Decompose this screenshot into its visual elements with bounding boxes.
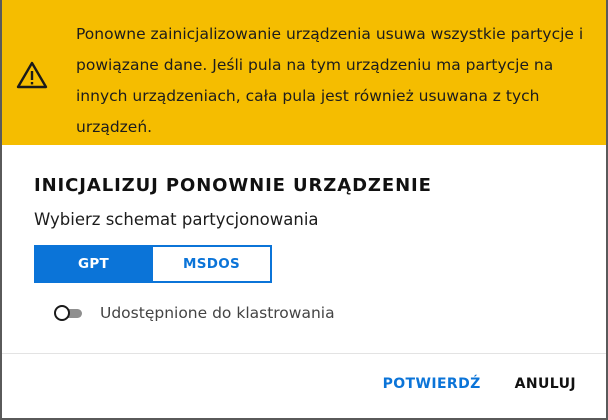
footer-divider: [2, 353, 606, 354]
partition-scheme-selector: GPT MSDOS: [34, 245, 272, 283]
scheme-option-msdos[interactable]: MSDOS: [153, 245, 272, 283]
warning-banner: Ponowne zainicjalizowanie urządzenia usu…: [2, 0, 606, 145]
warning-triangle-icon: [16, 60, 48, 90]
reinitialize-device-dialog: Ponowne zainicjalizowanie urządzenia usu…: [2, 0, 606, 418]
toggle-knob: [54, 305, 70, 321]
cluster-share-row: Udostępnione do klastrowania: [54, 304, 335, 322]
confirm-button[interactable]: POTWIERDŹ: [383, 376, 481, 392]
cancel-button[interactable]: ANULUJ: [515, 376, 576, 392]
warning-line: urządzeń.: [76, 118, 153, 136]
partition-scheme-label: Wybierz schemat partycjonowania: [34, 210, 319, 229]
cluster-share-label: Udostępnione do klastrowania: [100, 304, 335, 322]
scheme-option-gpt[interactable]: GPT: [34, 245, 153, 283]
warning-line: Ponowne zainicjalizowanie urządzenia usu…: [76, 25, 584, 43]
dialog-title: INICJALIZUJ PONOWNIE URZĄDZENIE: [34, 175, 432, 196]
warning-message: Ponowne zainicjalizowanie urządzenia usu…: [76, 19, 586, 143]
warning-line: powiązane dane. Jeśli pula na tym urządz…: [76, 56, 554, 74]
dialog-actions: POTWIERDŹ ANULUJ: [383, 376, 576, 392]
warning-line: innych urządzeniach, cała pula jest równ…: [76, 87, 540, 105]
cluster-share-toggle[interactable]: [54, 305, 84, 321]
